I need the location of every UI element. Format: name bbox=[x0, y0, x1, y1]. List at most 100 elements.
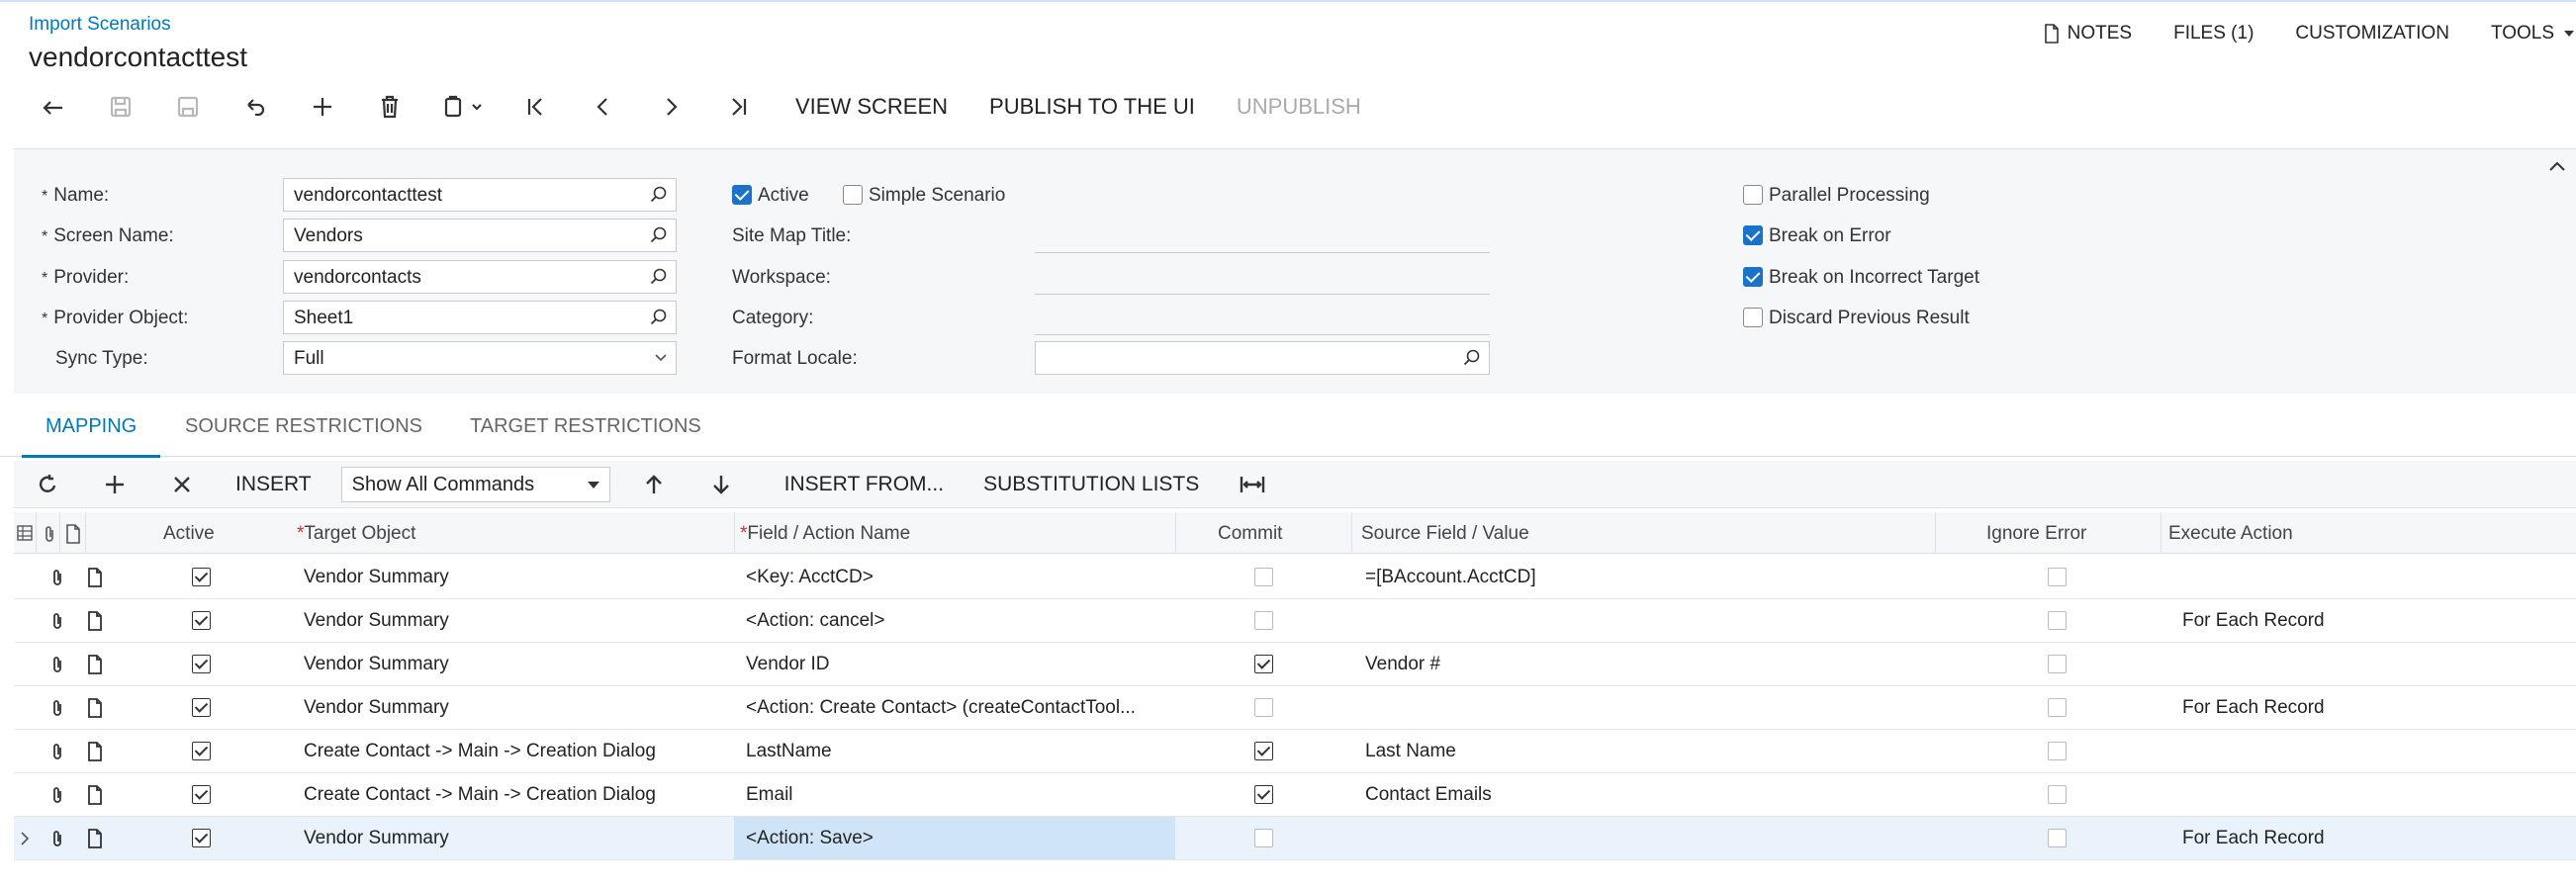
add-row-button[interactable] bbox=[81, 462, 148, 507]
provider-object-field[interactable]: Sheet1 bbox=[283, 301, 677, 334]
substitution-lists-button[interactable]: SUBSTITUTION LISTS bbox=[983, 473, 1199, 496]
fit-columns-button[interactable] bbox=[1219, 462, 1286, 507]
table-row[interactable]: Vendor Summary Vendor ID Vendor # bbox=[14, 643, 2576, 686]
delete-row-button[interactable] bbox=[148, 462, 216, 507]
target-object-cell[interactable]: Vendor Summary bbox=[304, 654, 449, 675]
commit-checkbox[interactable] bbox=[1254, 829, 1273, 847]
last-record-button[interactable] bbox=[704, 87, 772, 127]
break-incorrect-target-checkbox[interactable] bbox=[1743, 267, 1763, 287]
table-row[interactable]: Vendor Summary <Key: AcctCD> =[BAccount.… bbox=[14, 556, 2576, 599]
col-target-object-header[interactable]: *Target Object bbox=[297, 523, 415, 545]
target-object-cell[interactable]: Create Contact -> Main -> Creation Dialo… bbox=[304, 784, 656, 806]
row-active-checkbox[interactable] bbox=[192, 742, 211, 760]
break-on-error-checkbox[interactable] bbox=[1743, 225, 1763, 245]
move-up-button[interactable] bbox=[620, 462, 688, 507]
col-active-header[interactable]: Active bbox=[163, 523, 215, 545]
table-row[interactable]: Vendor Summary <Action: cancel> For Each… bbox=[14, 599, 2576, 643]
table-row[interactable]: Create Contact -> Main -> Creation Dialo… bbox=[14, 773, 2576, 817]
move-down-button[interactable] bbox=[688, 462, 755, 507]
field-action-cell[interactable]: Vendor ID bbox=[746, 654, 1167, 675]
row-active-checkbox[interactable] bbox=[192, 568, 211, 586]
execute-action-cell[interactable]: For Each Record bbox=[2182, 610, 2325, 632]
tab-source-restrictions[interactable]: SOURCE RESTRICTIONS bbox=[185, 415, 422, 438]
table-row[interactable]: Vendor Summary <Action: Create Contact> … bbox=[14, 686, 2576, 730]
discard-previous-checkbox[interactable] bbox=[1743, 308, 1763, 327]
field-action-cell[interactable]: <Key: AcctCD> bbox=[746, 567, 1167, 588]
table-row[interactable]: Create Contact -> Main -> Creation Dialo… bbox=[14, 730, 2576, 773]
workspace-field[interactable] bbox=[1035, 294, 1490, 295]
note-icon[interactable] bbox=[87, 611, 103, 631]
format-locale-field[interactable] bbox=[1035, 341, 1490, 375]
note-icon[interactable] bbox=[87, 742, 103, 761]
note-icon[interactable] bbox=[87, 655, 103, 674]
delete-button[interactable] bbox=[356, 87, 423, 127]
row-selector-icon[interactable] bbox=[16, 524, 34, 542]
col-commit-header[interactable]: Commit bbox=[1218, 523, 1282, 545]
attachment-icon[interactable] bbox=[49, 568, 65, 587]
attachment-icon[interactable] bbox=[49, 655, 65, 674]
row-active-checkbox[interactable] bbox=[192, 785, 211, 804]
commit-checkbox[interactable] bbox=[1254, 611, 1273, 630]
col-execute-action-header[interactable]: Execute Action bbox=[2168, 523, 2293, 545]
row-active-checkbox[interactable] bbox=[192, 611, 211, 630]
ignore-error-checkbox[interactable] bbox=[2048, 698, 2067, 717]
customization-link[interactable]: CUSTOMIZATION bbox=[2295, 20, 2449, 47]
source-field-cell[interactable]: Contact Emails bbox=[1365, 784, 1492, 806]
publish-button[interactable]: PUBLISH TO THE UI bbox=[989, 94, 1195, 120]
field-action-cell[interactable]: <Action: cancel> bbox=[746, 610, 1167, 632]
source-field-cell[interactable]: =[BAccount.AcctCD] bbox=[1365, 567, 1536, 588]
attachment-icon[interactable] bbox=[49, 698, 65, 718]
screen-name-field[interactable]: Vendors bbox=[283, 219, 677, 252]
target-object-cell[interactable]: Vendor Summary bbox=[304, 697, 449, 719]
field-action-cell[interactable]: <Action: Save> bbox=[746, 828, 1167, 849]
ignore-error-checkbox[interactable] bbox=[2048, 611, 2067, 630]
copy-paste-button[interactable] bbox=[423, 87, 503, 127]
first-record-button[interactable] bbox=[503, 87, 570, 127]
execute-action-cell[interactable]: For Each Record bbox=[2182, 697, 2325, 719]
name-field[interactable]: vendorcontacttest bbox=[283, 178, 677, 212]
ignore-error-checkbox[interactable] bbox=[2048, 568, 2067, 586]
row-active-checkbox[interactable] bbox=[192, 698, 211, 717]
add-button[interactable] bbox=[289, 87, 356, 127]
target-object-cell[interactable]: Create Contact -> Main -> Creation Dialo… bbox=[304, 741, 656, 762]
row-active-checkbox[interactable] bbox=[192, 829, 211, 847]
execute-action-cell[interactable]: For Each Record bbox=[2182, 828, 2325, 849]
breadcrumb[interactable]: Import Scenarios bbox=[29, 14, 171, 36]
tab-mapping[interactable]: MAPPING bbox=[46, 415, 137, 438]
save-close-button[interactable] bbox=[87, 87, 154, 127]
insert-button[interactable]: INSERT bbox=[235, 473, 312, 496]
col-source-field-header[interactable]: Source Field / Value bbox=[1361, 523, 1529, 545]
parallel-processing-checkbox[interactable] bbox=[1743, 185, 1763, 205]
col-field-action-header[interactable]: *Field / Action Name bbox=[740, 523, 910, 545]
unpublish-button[interactable]: UNPUBLISH bbox=[1237, 94, 1361, 120]
note-icon[interactable] bbox=[87, 785, 103, 805]
source-field-cell[interactable]: Vendor # bbox=[1365, 654, 1440, 675]
sync-type-select[interactable]: Full bbox=[283, 341, 677, 375]
commit-checkbox[interactable] bbox=[1254, 742, 1273, 760]
active-checkbox[interactable] bbox=[732, 185, 752, 205]
commit-checkbox[interactable] bbox=[1254, 698, 1273, 717]
commands-select[interactable]: Show All Commands bbox=[340, 466, 610, 502]
note-icon[interactable] bbox=[87, 698, 103, 718]
ignore-error-checkbox[interactable] bbox=[2048, 742, 2067, 760]
attachment-icon[interactable] bbox=[49, 829, 65, 848]
field-action-cell[interactable]: Email bbox=[746, 784, 1167, 806]
field-action-cell[interactable]: <Action: Create Contact> (createContactT… bbox=[746, 697, 1167, 719]
ignore-error-checkbox[interactable] bbox=[2048, 829, 2067, 847]
chevron-up-icon[interactable] bbox=[2548, 160, 2566, 172]
attachment-icon[interactable] bbox=[49, 785, 65, 805]
refresh-button[interactable] bbox=[14, 462, 81, 507]
note-icon[interactable] bbox=[87, 829, 103, 848]
note-icon[interactable] bbox=[87, 568, 103, 587]
files-link[interactable]: FILES (1) bbox=[2173, 20, 2254, 47]
ignore-error-checkbox[interactable] bbox=[2048, 655, 2067, 673]
tools-menu[interactable]: TOOLS bbox=[2491, 20, 2576, 47]
row-active-checkbox[interactable] bbox=[192, 655, 211, 673]
col-ignore-error-header[interactable]: Ignore Error bbox=[1986, 523, 2086, 545]
next-record-button[interactable] bbox=[637, 87, 704, 127]
commit-checkbox[interactable] bbox=[1254, 655, 1273, 673]
category-field[interactable] bbox=[1035, 334, 1490, 335]
attachment-icon[interactable] bbox=[49, 742, 65, 761]
target-object-cell[interactable]: Vendor Summary bbox=[304, 610, 449, 632]
target-object-cell[interactable]: Vendor Summary bbox=[304, 828, 449, 849]
